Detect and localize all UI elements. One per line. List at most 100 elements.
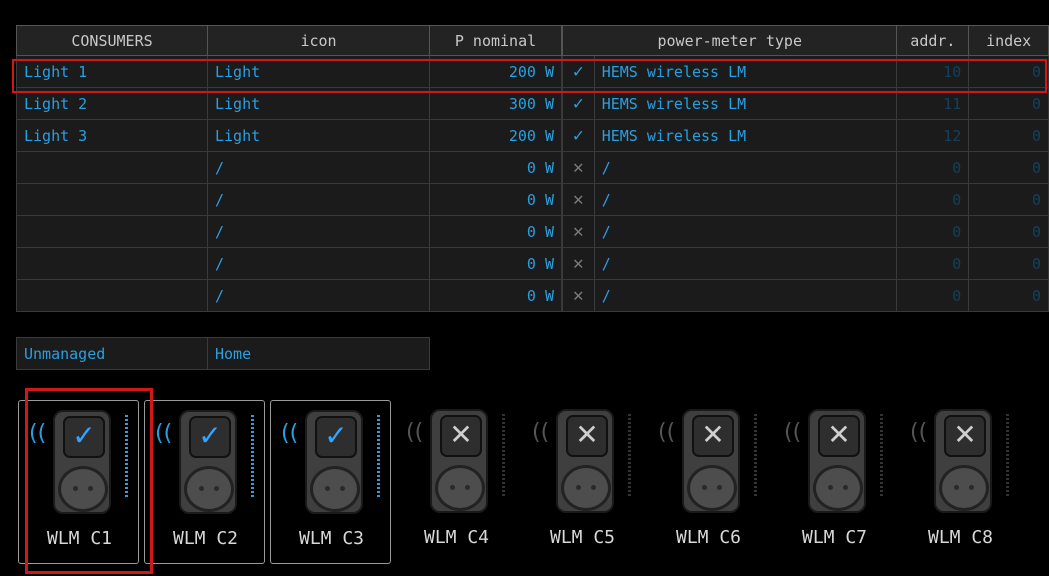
power-meter-row[interactable]: ✕/0 0 — [562, 183, 1049, 216]
signal-level-bar — [377, 415, 380, 497]
consumer-p-nominal[interactable]: 300 W — [429, 87, 562, 120]
socket-face-icon — [813, 465, 863, 511]
check-icon[interactable]: ✓ — [562, 87, 595, 120]
consumer-icon-value[interactable]: / — [207, 215, 430, 248]
socket-face-icon — [939, 465, 989, 511]
device-tile[interactable]: ((✓ WLM C3 — [270, 400, 391, 564]
consumer-p-nominal[interactable]: 200 W — [429, 55, 562, 88]
index-value[interactable]: 0 — [968, 151, 1049, 184]
signal-level-bar — [1006, 414, 1009, 496]
signal-level-bar — [628, 414, 631, 496]
wireless-signal-icon: (( — [658, 420, 676, 445]
addr-value[interactable]: 12 — [896, 119, 970, 152]
addr-value[interactable]: 10 — [896, 55, 970, 88]
header-addr: addr. — [896, 25, 970, 56]
unmanaged-label[interactable]: Unmanaged — [16, 337, 208, 370]
index-value[interactable]: 0 — [968, 247, 1049, 280]
consumer-icon-value[interactable]: Light — [207, 55, 430, 88]
consumer-row[interactable]: /0 W — [16, 215, 562, 248]
cross-icon[interactable]: ✕ — [562, 247, 595, 280]
unmanaged-icon-value[interactable]: Home — [207, 337, 430, 370]
consumer-row[interactable]: /0 W — [16, 183, 562, 216]
header-index: index — [968, 25, 1049, 56]
power-meter-row[interactable]: ✕/0 0 — [562, 151, 1049, 184]
power-meter-type-value[interactable]: / — [593, 279, 898, 312]
consumer-p-nominal[interactable]: 200 W — [429, 119, 562, 152]
consumer-name[interactable] — [16, 279, 208, 312]
power-meter-type-value[interactable]: / — [593, 151, 898, 184]
device-tile[interactable]: (( ✕ WLM C6 — [648, 400, 769, 564]
check-icon: ✓ — [63, 416, 105, 458]
socket-face-icon — [561, 465, 611, 511]
power-meter-type-value[interactable]: / — [593, 215, 898, 248]
consumer-name[interactable] — [16, 151, 208, 184]
cross-icon[interactable]: ✕ — [562, 279, 595, 312]
consumer-row[interactable]: Light 1 Light 200 W — [16, 55, 562, 88]
signal-level-bar — [880, 414, 883, 496]
cross-icon[interactable]: ✕ — [562, 151, 595, 184]
consumer-row[interactable]: /0 W — [16, 151, 562, 184]
addr-value[interactable]: 0 — [896, 215, 970, 248]
power-meter-row[interactable]: ✓ HEMS wireless LM 11 0 — [562, 87, 1049, 120]
device-tile[interactable]: ((✕ WLM C7 — [774, 400, 895, 564]
cross-icon: ✕ — [692, 415, 734, 457]
consumer-row[interactable]: Light 2 Light 300 W — [16, 87, 562, 120]
consumer-name[interactable]: Light 1 — [16, 55, 208, 88]
power-meter-row[interactable]: ✓ HEMS wireless LM 12 0 — [562, 119, 1049, 152]
consumer-icon-value[interactable]: / — [207, 183, 430, 216]
index-value[interactable]: 0 — [968, 119, 1049, 152]
consumer-row[interactable]: Light 3 Light 200 W — [16, 119, 562, 152]
device-tile[interactable]: ((✕ WLM C5 — [522, 400, 643, 564]
cross-icon: ✕ — [944, 415, 986, 457]
check-icon[interactable]: ✓ — [562, 55, 595, 88]
device-label: WLM C7 — [801, 527, 868, 548]
power-meter-type-value[interactable]: HEMS wireless LM — [593, 119, 898, 152]
device-tile[interactable]: ((✕ WLM C4 — [396, 400, 517, 564]
cross-icon[interactable]: ✕ — [562, 183, 595, 216]
consumer-p-nominal[interactable]: 0 W — [429, 215, 562, 248]
index-value[interactable]: 0 — [968, 183, 1049, 216]
consumer-p-nominal[interactable]: 0 W — [429, 183, 562, 216]
header-consumers: CONSUMERS — [16, 25, 208, 56]
power-meter-row[interactable]: ✕/0 0 — [562, 247, 1049, 280]
index-value[interactable]: 0 — [968, 215, 1049, 248]
index-value[interactable]: 0 — [968, 279, 1049, 312]
power-meter-row[interactable]: ✕/0 0 — [562, 215, 1049, 248]
cross-icon[interactable]: ✕ — [562, 215, 595, 248]
consumer-row[interactable]: /0 W — [16, 247, 562, 280]
check-icon[interactable]: ✓ — [562, 119, 595, 152]
consumer-p-nominal[interactable]: 0 W — [429, 279, 562, 312]
addr-value[interactable]: 11 — [896, 87, 970, 120]
addr-value[interactable]: 0 — [896, 247, 970, 280]
consumer-icon-value[interactable]: / — [207, 279, 430, 312]
consumer-row[interactable]: /0 W — [16, 279, 562, 312]
consumer-name[interactable]: Light 3 — [16, 119, 208, 152]
addr-value[interactable]: 0 — [896, 151, 970, 184]
device-label: WLM C3 — [298, 528, 365, 549]
addr-value[interactable]: 0 — [896, 183, 970, 216]
index-value[interactable]: 0 — [968, 55, 1049, 88]
consumer-name[interactable] — [16, 215, 208, 248]
power-meter-type-value[interactable]: HEMS wireless LM — [593, 55, 898, 88]
device-tile[interactable]: ((✓ WLM C1 — [18, 400, 139, 564]
consumer-name[interactable] — [16, 247, 208, 280]
consumer-p-nominal[interactable]: 0 W — [429, 247, 562, 280]
power-meter-type-value[interactable]: / — [593, 247, 898, 280]
addr-value[interactable]: 0 — [896, 279, 970, 312]
consumer-p-nominal[interactable]: 0 W — [429, 151, 562, 184]
device-tile[interactable]: ((✓ WLM C2 — [144, 400, 265, 564]
consumer-icon-value[interactable]: Light — [207, 87, 430, 120]
power-meter-row[interactable]: ✓ HEMS wireless LM 10 0 — [562, 55, 1049, 88]
power-meter-type-value[interactable]: / — [593, 183, 898, 216]
consumer-name[interactable] — [16, 183, 208, 216]
power-meter-row[interactable]: ✕/0 0 — [562, 279, 1049, 312]
consumer-icon-value[interactable]: Light — [207, 119, 430, 152]
power-meter-type-value[interactable]: HEMS wireless LM — [593, 87, 898, 120]
device-tile[interactable]: ((✕ WLM C8 — [900, 400, 1021, 564]
socket-face-icon — [310, 466, 360, 512]
consumer-icon-value[interactable]: / — [207, 247, 430, 280]
consumer-icon-value[interactable]: / — [207, 151, 430, 184]
consumer-name[interactable]: Light 2 — [16, 87, 208, 120]
device-label: WLM C6 — [675, 527, 742, 548]
index-value[interactable]: 0 — [968, 87, 1049, 120]
